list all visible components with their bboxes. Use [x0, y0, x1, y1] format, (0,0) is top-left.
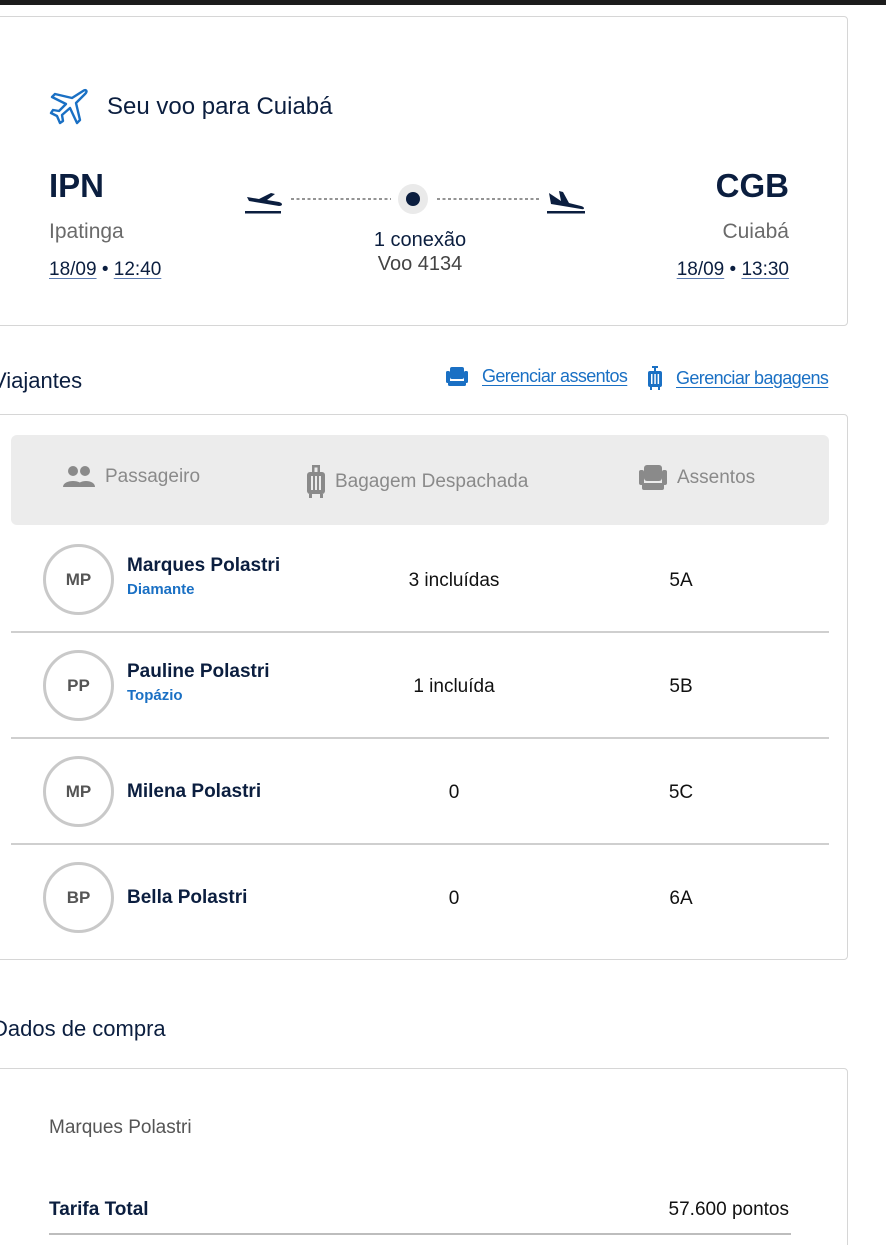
avatar: MP [43, 544, 114, 615]
people-icon [63, 465, 95, 489]
destination-date: 18/09 [676, 259, 725, 280]
loyalty-tier: Diamante [127, 581, 195, 598]
total-fare-value: 57.600 pontos [668, 1199, 789, 1220]
flight-number: Voo 4134 [377, 253, 463, 275]
loyalty-tier: Topázio [127, 687, 183, 704]
checked-bags: 0 [448, 888, 460, 909]
column-seats: Assentos [639, 465, 755, 491]
seat-number: 5A [669, 570, 693, 591]
passenger-name: Pauline Polastri [127, 661, 270, 682]
traveler-row[interactable]: PP Pauline Polastri Topázio 1 incluída 5… [11, 633, 829, 739]
column-passenger-label: Passageiro [105, 466, 201, 487]
manage-bags-link[interactable]: Gerenciar bagagens [648, 366, 829, 390]
airplane-icon [49, 87, 89, 127]
luggage-icon [307, 465, 325, 499]
buyer-name: Marques Polastri [49, 1117, 192, 1138]
column-checked-bag: Bagagem Despachada [307, 465, 528, 499]
origin-date: 18/09 [49, 259, 97, 280]
takeoff-icon [245, 193, 282, 214]
fare-divider [49, 1233, 791, 1235]
seat-icon [639, 465, 667, 491]
seat-number: 5C [668, 782, 694, 803]
flight-title: Seu voo para Cuiabá [107, 93, 333, 120]
destination-separator: • [729, 259, 737, 280]
origin-separator: • [101, 259, 109, 280]
seat-number: 6A [669, 888, 693, 909]
column-seats-label: Assentos [677, 467, 756, 488]
travelers-table-header: Passageiro Bagagem Despachada Assentos [11, 435, 829, 525]
luggage-icon [648, 366, 662, 390]
avatar: MP [43, 756, 114, 827]
origin-code: IPN [49, 167, 105, 204]
origin-datetime: 18/09 • 12:40 [49, 259, 161, 281]
passenger-name: Bella Polastri [127, 887, 248, 908]
checked-bags: 0 [448, 782, 460, 803]
landing-icon [547, 191, 585, 214]
destination-datetime: 18/09 • 13:30 [677, 259, 789, 281]
travelers-title: Viajantes [0, 368, 83, 393]
column-passenger: Passageiro [63, 465, 200, 489]
traveler-row[interactable]: BP Bella Polastri 0 6A [11, 845, 829, 951]
column-checked-bag-label: Bagagem Despachada [335, 471, 529, 492]
total-fare-label: Tarifa Total [49, 1199, 149, 1220]
route-line [245, 179, 591, 219]
flight-summary-card: Seu voo para Cuiabá IPN Ipatinga 18/09 •… [0, 16, 848, 326]
avatar: PP [43, 650, 114, 721]
passenger-name: Marques Polastri [127, 555, 281, 576]
flight-card-header: Seu voo para Cuiabá [49, 87, 333, 127]
destination-city: Cuiabá [722, 220, 789, 243]
purchase-card: Marques Polastri Tarifa Total 57.600 pon… [0, 1068, 848, 1245]
traveler-row[interactable]: MP Milena Polastri 0 5C [11, 739, 829, 845]
travelers-card: Passageiro Bagagem Despachada Assentos M… [0, 414, 848, 960]
manage-seats-link[interactable]: Gerenciar assentos [446, 366, 628, 387]
traveler-row[interactable]: MP Marques Polastri Diamante 3 incluídas… [11, 527, 829, 633]
destination-time: 13:30 [741, 259, 789, 280]
origin-city: Ipatinga [49, 220, 124, 243]
seat-number: 5B [669, 676, 693, 697]
purchase-title: Dados de compra [0, 1016, 166, 1041]
checked-bags: 1 incluída [413, 676, 495, 697]
checked-bags: 3 incluídas [408, 570, 500, 591]
avatar: BP [43, 862, 114, 933]
manage-bags-label: Gerenciar bagagens [676, 367, 829, 388]
top-bar [0, 0, 886, 5]
origin-time: 12:40 [113, 259, 162, 280]
seat-icon [446, 366, 468, 387]
manage-seats-label: Gerenciar assentos [482, 366, 628, 386]
passenger-name: Milena Polastri [127, 781, 262, 802]
destination-code: CGB [715, 167, 789, 204]
connections-count: 1 conexão [373, 229, 467, 251]
